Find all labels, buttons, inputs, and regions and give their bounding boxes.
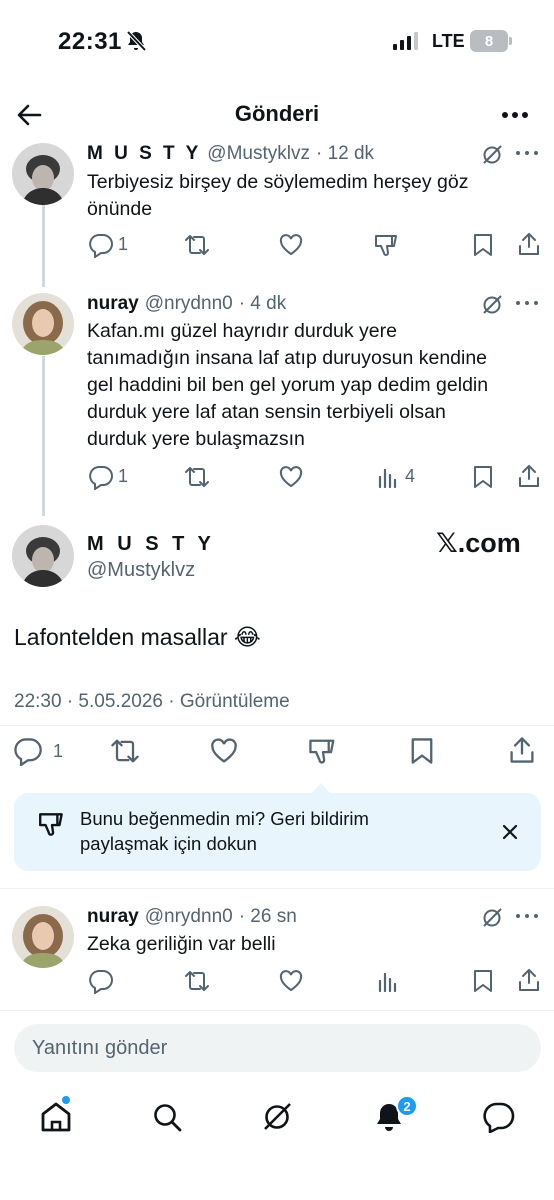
reply-count: 1 <box>53 741 64 761</box>
tweet-header: nuray @nrydnn0 · 26 sn <box>87 906 297 928</box>
bookmark-icon[interactable] <box>472 464 494 490</box>
tweet-text-line: Kafan.mı güzel hayrıdır durduk yere <box>87 320 397 342</box>
divider <box>0 725 554 726</box>
avatar-musty-main[interactable] <box>12 525 74 587</box>
more-options-icon[interactable] <box>498 100 532 130</box>
notifications-badge: 2 <box>396 1095 418 1117</box>
messages-icon[interactable] <box>482 1101 516 1133</box>
status-time: 22:31 <box>58 28 122 55</box>
share-icon[interactable] <box>508 735 536 765</box>
close-icon[interactable] <box>500 822 520 842</box>
more-options-icon[interactable] <box>515 299 539 307</box>
views-chart-icon[interactable] <box>376 465 400 489</box>
share-icon[interactable] <box>517 231 541 257</box>
dislike-icon[interactable] <box>373 232 401 258</box>
tweet-text-line: tanımadığın insana laf atıp duruyosun ke… <box>87 347 488 369</box>
author-name[interactable]: nuray <box>87 906 139 928</box>
avatar-photo <box>12 293 74 355</box>
reply-icon[interactable] <box>13 736 43 766</box>
reply-icon[interactable] <box>88 968 114 994</box>
grok-icon[interactable] <box>480 143 504 167</box>
retweet-icon[interactable] <box>183 464 211 490</box>
tweet-text-line: durduk yere bulaşmazsın <box>87 428 305 450</box>
tweet-text: Terbiyesiz birşey de söylemedim herşey g… <box>87 169 537 223</box>
author-handle[interactable]: @Mustyklvz <box>87 559 195 582</box>
grok-icon[interactable] <box>480 906 504 930</box>
feedback-line: paylaşmak için dokun <box>80 833 257 854</box>
author-name[interactable]: M U S T Y <box>87 143 201 165</box>
bell-muted-icon <box>126 30 147 52</box>
main-tweet-text: Lafontelden masallar 😂 <box>14 624 261 650</box>
tweet-header: M U S T Y @Mustyklvz · 12 dk <box>87 143 374 165</box>
avatar-nuray[interactable] <box>12 906 74 968</box>
bookmark-icon[interactable] <box>409 736 435 766</box>
avatar-nuray[interactable] <box>12 293 74 355</box>
like-heart-icon[interactable] <box>278 968 304 994</box>
divider <box>0 888 554 889</box>
avatar-photo <box>12 906 74 968</box>
more-options-icon[interactable] <box>515 912 539 920</box>
tweet-text-line: durduk yere laf atan sensin terbiyeli ol… <box>87 401 446 423</box>
share-icon[interactable] <box>517 463 541 489</box>
home-new-dot <box>62 1096 70 1104</box>
reply-icon[interactable] <box>88 464 114 490</box>
reply-icon[interactable] <box>88 232 114 258</box>
avatar-photo <box>12 525 74 587</box>
tweet-time: · 4 dk <box>238 293 287 314</box>
author-handle[interactable]: @Mustyklvz <box>207 143 310 165</box>
page-title: Gönderi <box>234 101 320 126</box>
search-icon[interactable] <box>151 1101 183 1133</box>
thread-line <box>42 205 45 287</box>
like-heart-icon[interactable] <box>278 464 304 490</box>
tweet-text: Zeka geriliğin var belli <box>87 933 276 955</box>
view-count: 4 <box>405 466 416 486</box>
dislike-icon <box>39 813 63 836</box>
like-heart-icon[interactable] <box>209 736 239 766</box>
bookmark-icon[interactable] <box>472 232 494 258</box>
avatar-musty[interactable] <box>12 143 74 205</box>
divider <box>0 1010 554 1011</box>
tweet-text-line: Terbiyesiz birşey de söylemedim herşey g… <box>87 171 469 193</box>
network-label: LTE <box>432 31 465 51</box>
xcom-watermark: 𝕏.com <box>436 528 521 558</box>
home-icon[interactable] <box>39 1101 73 1133</box>
signal-strength-icon <box>393 32 418 50</box>
feedback-text: Bunu beğenmedin mi? Geri bildirim paylaş… <box>80 806 430 856</box>
grok-icon[interactable] <box>260 1100 294 1134</box>
reply-placeholder: Yanıtını gönder <box>32 1037 168 1059</box>
more-options-icon[interactable] <box>515 149 539 157</box>
tweet-text-line: önünde <box>87 198 153 220</box>
tweet-text: Kafan.mı güzel hayrıdır durduk yere tanı… <box>87 318 537 453</box>
author-name[interactable]: M U S T Y <box>87 533 215 556</box>
reply-count: 1 <box>118 234 129 254</box>
author-name[interactable]: nuray <box>87 293 139 315</box>
tweet-time: · 12 dk <box>315 143 375 164</box>
avatar-photo <box>12 143 74 205</box>
author-handle[interactable]: @nrydnn0 <box>145 906 233 928</box>
bookmark-icon[interactable] <box>472 968 494 994</box>
tweet-header: nuray @nrydnn0 · 4 dk <box>87 293 286 315</box>
battery-icon: 8 <box>470 30 508 52</box>
like-heart-icon[interactable] <box>278 232 304 258</box>
tweet-time: · 26 sn <box>238 906 297 927</box>
tweet-meta: 22:30 · 5.05.2026 · Görüntüleme <box>14 691 290 712</box>
thread-line <box>42 356 45 516</box>
views-chart-icon[interactable] <box>376 969 400 993</box>
battery-nub <box>509 37 512 45</box>
tweet-text-line: gel haddini bil ben gel yorum yap dedim … <box>87 374 489 396</box>
author-handle[interactable]: @nrydnn0 <box>145 293 233 315</box>
retweet-icon[interactable] <box>109 736 141 766</box>
reply-count: 1 <box>118 466 129 486</box>
retweet-icon[interactable] <box>183 232 211 258</box>
dislike-icon[interactable] <box>307 736 339 766</box>
retweet-icon[interactable] <box>183 968 211 994</box>
feedback-line: Bunu beğenmedin mi? Geri bildirim <box>80 808 369 829</box>
share-icon[interactable] <box>517 967 541 993</box>
grok-icon[interactable] <box>480 293 504 317</box>
